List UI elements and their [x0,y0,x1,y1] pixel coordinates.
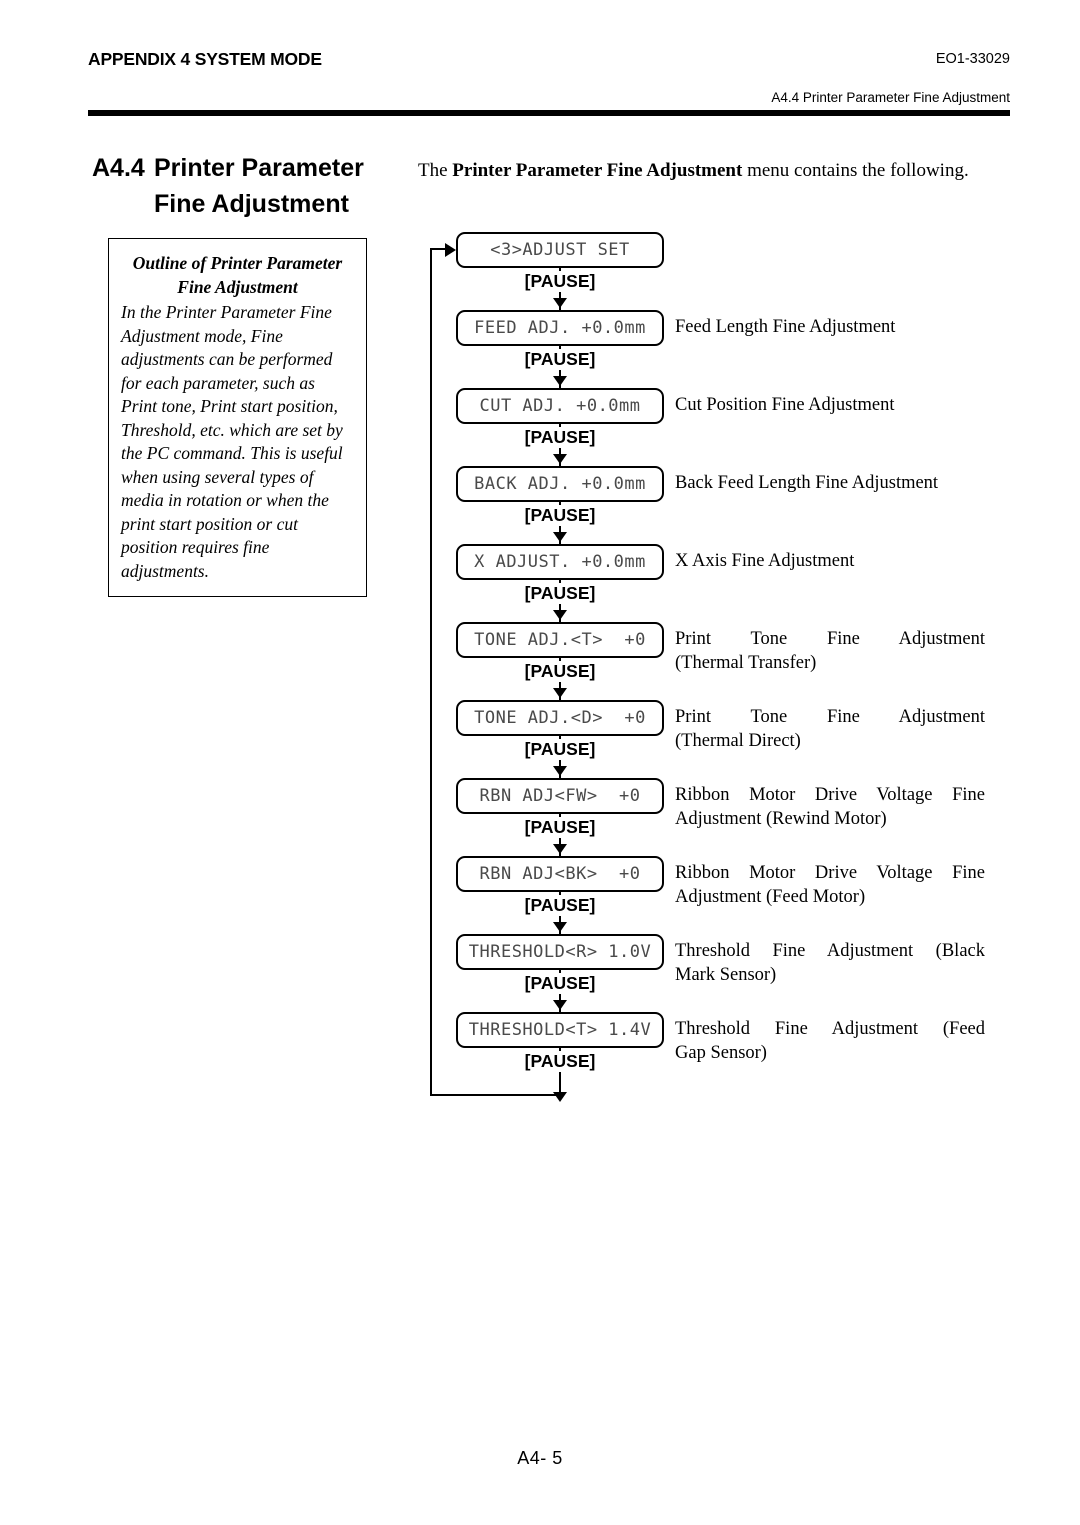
step-description: Back Feed Length Fine Adjustment [675,471,985,495]
flow-arrow-icon [553,532,567,542]
loop-back-bottom-line [430,1094,561,1097]
flow-arrow-icon [553,1000,567,1010]
outline-callout-box: Outline of Printer Parameter Fine Adjust… [108,238,367,597]
intro-bold-menu-name: Printer Parameter Fine Adjustment [452,160,743,181]
step-description-line1: Ribbon Motor Drive Voltage Fine [675,863,985,883]
pause-key-label: [PAUSE] [456,583,664,604]
step-description-line2: Mark Sensor) [675,965,777,985]
step-description-line1: Cut Position Fine Adjustment [675,395,895,415]
flow-arrow-icon [553,844,567,854]
lcd-display-box: FEED ADJ. +0.0mm [456,310,664,346]
page-footer: A4- 5 [517,1448,563,1468]
step-description-line2: (Thermal Direct) [675,731,801,751]
lcd-display-box: THRESHOLD<R> 1.0V [456,934,664,970]
step-description-line2: (Thermal Transfer) [675,653,817,673]
step-description-line1: Feed Length Fine Adjustment [675,317,896,337]
step-description-line2: Gap Sensor) [675,1043,767,1063]
pause-key-label: [PAUSE] [456,661,664,682]
step-description-line2: Adjustment (Feed Motor) [675,887,866,907]
page-header: APPENDIX 4 SYSTEM MODE EO1-33029 A4.4 Pr… [88,40,1010,120]
pause-key-label: [PAUSE] [456,427,664,448]
step-description: Print Tone Fine Adjustment (Thermal Direc… [675,705,985,753]
lcd-display-box: TONE ADJ.<D> +0 [456,700,664,736]
step-description: Print Tone Fine Adjustment (Thermal Trans… [675,627,985,675]
lcd-display-box: CUT ADJ. +0.0mm [456,388,664,424]
intro-suffix: menu contains the following. [742,160,969,181]
lcd-display-box: TONE ADJ.<T> +0 [456,622,664,658]
step-description: Threshold Fine Adjustment (Black Mark Sen… [675,939,985,987]
lcd-display-box: BACK ADJ. +0.0mm [456,466,664,502]
step-description: Cut Position Fine Adjustment [675,393,985,417]
step-description: Threshold Fine Adjustment (Feed Gap Senso… [675,1017,985,1065]
section-title-line1: Printer Parameter [154,154,364,182]
header-document-number: EO1-33029 [935,51,1010,67]
step-description-line1: X Axis Fine Adjustment [675,551,855,571]
lcd-display-box: THRESHOLD<T> 1.4V [456,1012,664,1048]
pause-key-label: [PAUSE] [456,817,664,838]
outline-heading: Outline of Printer Parameter Fine Adjust… [121,251,354,299]
header-divider-rule [88,110,1010,116]
flow-arrow-icon [553,454,567,464]
step-description-line1: Threshold Fine Adjustment (Feed [675,1019,985,1039]
flow-arrow-icon [553,922,567,932]
pause-key-label: [PAUSE] [456,271,664,292]
loop-back-left-line [430,248,433,1096]
lcd-display-box: RBN ADJ<BK> +0 [456,856,664,892]
step-description: X Axis Fine Adjustment [675,549,985,573]
outline-heading-line1: Outline of Printer Parameter [132,253,343,273]
pause-key-label: [PAUSE] [456,739,664,760]
pause-key-label: [PAUSE] [456,1051,664,1072]
outline-body-text: In the Printer Parameter Fine Adjustment… [121,302,343,581]
intro-paragraph: The Printer Parameter Fine Adjustment me… [418,158,1018,184]
step-description-line1: Ribbon Motor Drive Voltage Fine [675,785,985,805]
step-description-line2: Adjustment (Rewind Motor) [675,809,887,829]
flow-arrow-icon [553,610,567,620]
flow-arrow-icon [553,376,567,386]
pause-key-label: [PAUSE] [456,505,664,526]
lcd-display-box: X ADJUST. +0.0mm [456,544,664,580]
step-description-line1: Print Tone Fine Adjustment [675,707,985,727]
step-description-line1: Threshold Fine Adjustment (Black [675,941,985,961]
loop-exit-arrow-icon [553,1092,567,1102]
lcd-display-box: <3>ADJUST SET [456,232,664,268]
intro-prefix: The [418,160,453,181]
loop-back-arrow-icon [445,243,456,257]
flow-arrow-icon [553,298,567,308]
step-description: Ribbon Motor Drive Voltage Fine Adjustmen… [675,861,985,909]
outline-heading-line2: Fine Adjustment [177,277,298,297]
step-description: Ribbon Motor Drive Voltage Fine Adjustmen… [675,783,985,831]
flow-arrow-icon [553,688,567,698]
header-section-subtitle: A4.4 Printer Parameter Fine Adjustment [771,90,1010,105]
pause-key-label: [PAUSE] [456,895,664,916]
step-description: Feed Length Fine Adjustment [675,315,985,339]
pause-key-label: [PAUSE] [456,973,664,994]
section-title: A4.4 Printer Parameter Fine Adjustment [92,150,392,222]
step-description-line1: Back Feed Length Fine Adjustment [675,473,939,493]
section-title-line2: Fine Adjustment [154,190,349,218]
flow-arrow-icon [553,766,567,776]
pause-key-label: [PAUSE] [456,349,664,370]
section-number: A4.4 [92,154,145,182]
step-description-line1: Print Tone Fine Adjustment [675,629,985,649]
header-chapter-title: APPENDIX 4 SYSTEM MODE [88,49,322,69]
lcd-display-box: RBN ADJ<FW> +0 [456,778,664,814]
